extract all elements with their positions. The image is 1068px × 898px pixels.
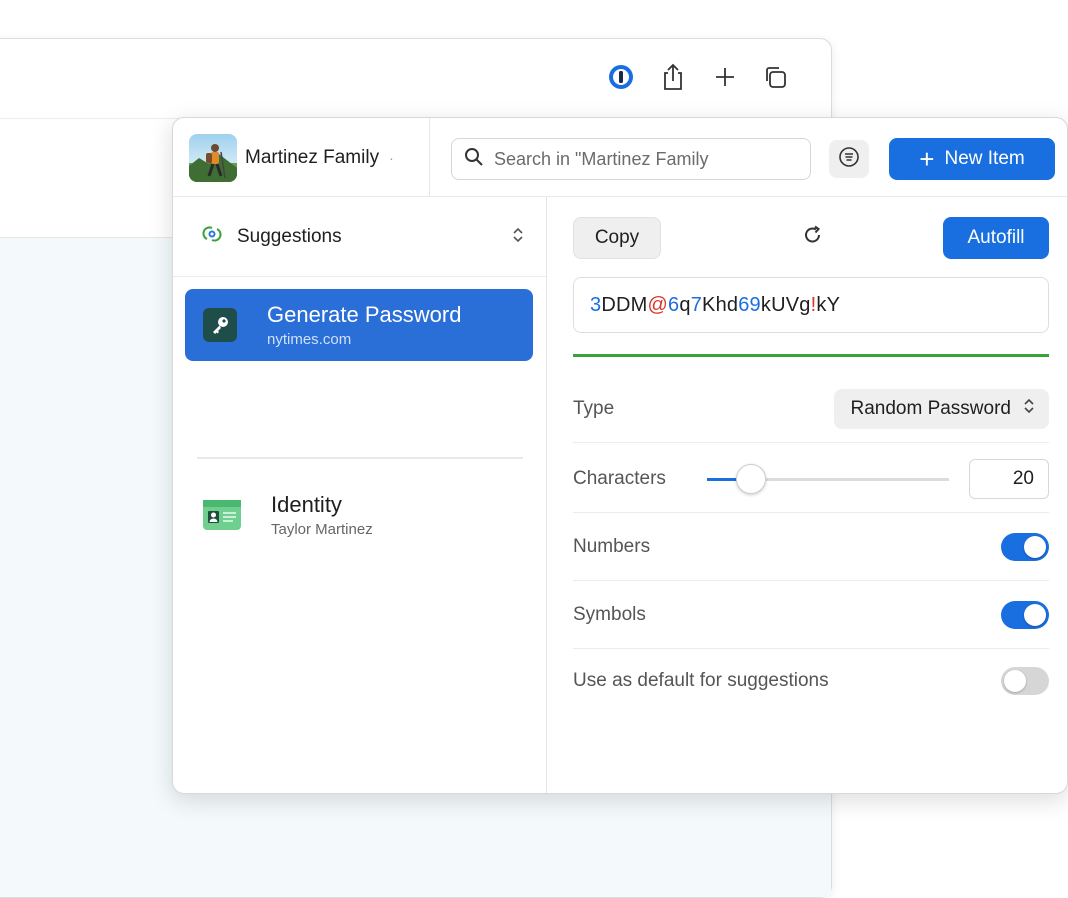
password-char: d	[726, 293, 739, 316]
item-list-panel: Suggestions Generate Password nytimes.co…	[173, 197, 547, 793]
characters-row: Characters 20	[573, 445, 1049, 513]
default-label: Use as default for suggestions	[573, 670, 829, 691]
password-char: 9	[749, 293, 761, 316]
list-item-identity[interactable]: Identity Taylor Martinez	[185, 479, 533, 551]
new-item-button[interactable]: + New Item	[889, 138, 1055, 180]
numbers-toggle[interactable]	[1001, 532, 1049, 561]
item-title: Generate Password	[267, 302, 462, 327]
chevron-up-down-icon	[1023, 397, 1035, 421]
generated-password-field[interactable]: 3DDM@6q7Khd69kUVg!kY	[573, 277, 1049, 333]
popup-header: Martinez Family · + New Item	[173, 118, 1067, 197]
password-manager-popup: Martinez Family · + New Item	[172, 117, 1068, 794]
symbols-row: Symbols	[573, 581, 1049, 649]
password-generator-panel: Copy Autofill 3DDM@6q7Khd69kUVg!kY Type …	[547, 197, 1067, 793]
password-char: D	[601, 293, 616, 316]
regenerate-button[interactable]	[795, 219, 831, 255]
type-label: Type	[573, 397, 615, 419]
new-tab-icon[interactable]	[707, 59, 743, 95]
default-toggle[interactable]	[1001, 667, 1049, 695]
password-char: 3	[590, 293, 602, 316]
password-char: U	[771, 293, 786, 316]
generated-password: 3DDM@6q7Khd69kUVg!kY	[590, 294, 840, 317]
type-row: Type Random Password	[573, 375, 1049, 443]
search-icon	[464, 147, 484, 172]
password-char: h	[715, 293, 727, 316]
password-char: 6	[668, 293, 680, 316]
password-char: M	[630, 293, 648, 316]
characters-slider[interactable]	[707, 464, 949, 494]
browser-toolbar	[0, 39, 831, 119]
plus-icon: +	[919, 144, 935, 174]
item-title: Identity	[271, 492, 342, 517]
suggestions-label: Suggestions	[237, 225, 342, 247]
password-char: V	[785, 293, 800, 316]
list-divider	[197, 457, 523, 459]
vault-switcher[interactable]: Martinez Family ·	[189, 134, 394, 182]
chevron-down-icon: ·	[389, 150, 394, 166]
type-select[interactable]: Random Password	[834, 388, 1049, 429]
search-input[interactable]	[494, 148, 794, 170]
numbers-label: Numbers	[573, 535, 651, 557]
share-icon[interactable]	[655, 59, 691, 95]
numbers-row: Numbers	[573, 513, 1049, 581]
tabs-overview-icon[interactable]	[757, 59, 793, 95]
list-filter-icon	[838, 146, 860, 173]
symbols-toggle[interactable]	[1001, 600, 1049, 629]
password-char: D	[615, 293, 631, 316]
autofill-button[interactable]: Autofill	[943, 217, 1049, 259]
slider-handle[interactable]	[735, 464, 766, 494]
list-item-generate-password[interactable]: Generate Password nytimes.com	[185, 289, 533, 361]
copy-button[interactable]: Copy	[573, 217, 661, 259]
vault-name: Martinez Family	[245, 147, 380, 168]
password-char: k	[816, 293, 827, 316]
default-row: Use as default for suggestions	[573, 647, 1049, 715]
symbols-label: Symbols	[573, 603, 646, 625]
password-char: k	[760, 293, 772, 316]
chevron-up-down-icon	[512, 226, 524, 247]
password-strength-bar	[573, 354, 1049, 357]
password-char: 7	[690, 293, 703, 316]
key-icon	[203, 308, 237, 342]
search-box[interactable]	[451, 138, 811, 180]
identity-card-icon	[203, 500, 241, 530]
suggestions-filter[interactable]: Suggestions	[173, 197, 546, 277]
password-char: q	[679, 293, 691, 316]
new-item-label: New Item	[944, 148, 1025, 169]
refresh-icon	[802, 224, 824, 251]
item-subtitle: nytimes.com	[267, 331, 352, 348]
password-char: Y	[826, 293, 841, 316]
password-char: 6	[738, 293, 750, 316]
password-char: K	[702, 293, 716, 316]
suggestions-icon	[201, 223, 223, 250]
1password-icon[interactable]	[603, 59, 639, 95]
header-divider	[429, 118, 430, 197]
type-value: Random Password	[850, 397, 1011, 419]
vault-avatar	[189, 134, 237, 182]
password-char: g	[799, 293, 811, 316]
item-subtitle: Taylor Martinez	[271, 521, 373, 538]
password-char: @	[647, 293, 669, 316]
filter-button[interactable]	[829, 140, 869, 178]
characters-input[interactable]: 20	[969, 459, 1049, 499]
